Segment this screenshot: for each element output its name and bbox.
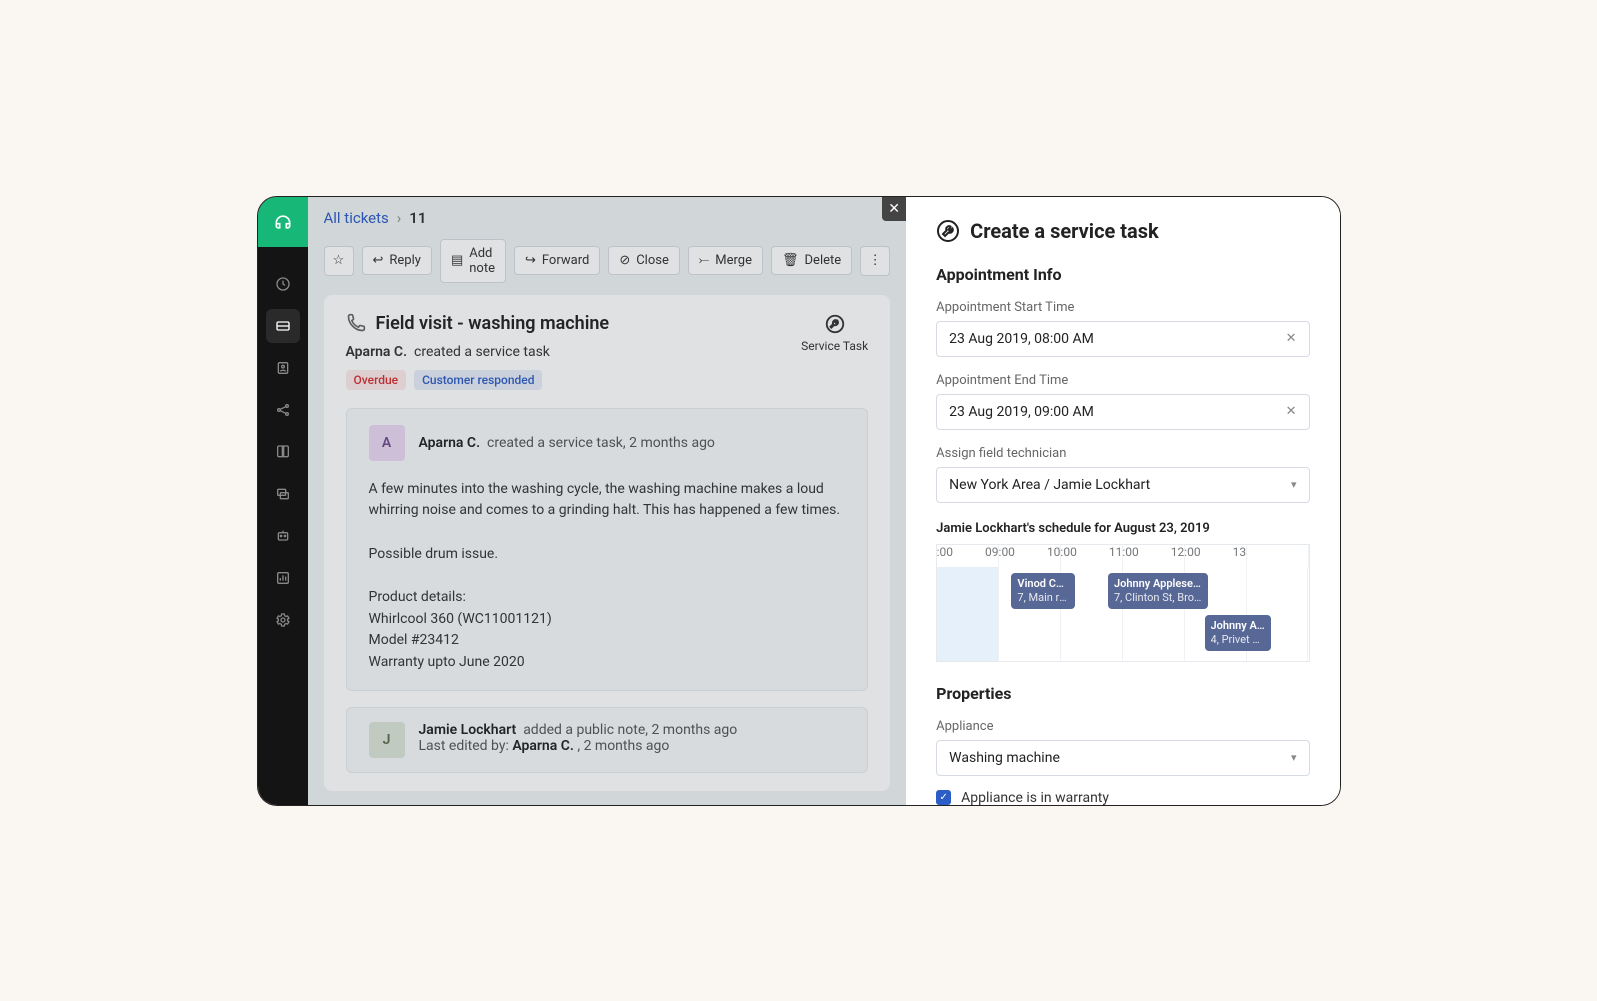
nav-forums[interactable] xyxy=(266,477,300,511)
app-logo[interactable] xyxy=(258,197,308,247)
label-technician: Assign field technician xyxy=(936,446,1309,461)
input-end-time[interactable]: 23 Aug 2019, 09:00 AM ✕ xyxy=(936,394,1309,430)
nav-social[interactable] xyxy=(266,393,300,427)
app-window: All tickets › 11 ☆ ↩Reply ▤Add note ↪For… xyxy=(257,196,1341,806)
checkbox-warranty[interactable]: ✓ xyxy=(936,790,951,805)
schedule-appointment[interactable]: Vinod Custo… 7, Main road… xyxy=(1011,573,1074,610)
sidebar-nav xyxy=(266,247,300,637)
create-service-task-panel: Create a service task Appointment Info A… xyxy=(906,197,1339,805)
section-properties: Properties xyxy=(936,684,1309,703)
main-area: All tickets › 11 ☆ ↩Reply ▤Add note ↪For… xyxy=(308,197,907,805)
label-start-time: Appointment Start Time xyxy=(936,300,1309,315)
nav-solutions[interactable] xyxy=(266,435,300,469)
nav-dashboard[interactable] xyxy=(266,267,300,301)
schedule-appointment[interactable]: Johnny Appl… 4, Privet Dri… xyxy=(1205,615,1272,652)
nav-reports[interactable] xyxy=(266,561,300,595)
chevron-down-icon: ▾ xyxy=(1291,478,1297,491)
clear-icon[interactable]: ✕ xyxy=(1286,404,1297,419)
section-appointment-info: Appointment Info xyxy=(936,265,1309,284)
input-start-time[interactable]: 23 Aug 2019, 08:00 AM ✕ xyxy=(936,321,1309,357)
schedule-timeline[interactable]: 08:00 09:00 10:00 11:00 12:00 13 Vinod C… xyxy=(936,544,1309,662)
clear-icon[interactable]: ✕ xyxy=(1286,331,1297,346)
label-warranty: Appliance is in warranty xyxy=(961,790,1109,805)
label-end-time: Appointment End Time xyxy=(936,373,1309,388)
sidebar xyxy=(258,197,308,805)
nav-bot[interactable] xyxy=(266,519,300,553)
nav-tickets[interactable] xyxy=(266,309,300,343)
select-technician[interactable]: New York Area / Jamie Lockhart ▾ xyxy=(936,467,1309,503)
modal-overlay: ✕ xyxy=(308,197,907,805)
nav-settings[interactable] xyxy=(266,603,300,637)
panel-title: Create a service task xyxy=(936,219,1309,243)
select-appliance[interactable]: Washing machine ▾ xyxy=(936,740,1309,776)
wrench-circle-icon xyxy=(936,219,960,243)
schedule-appointment[interactable]: Johnny Appleseed #41 7, Clinton St, Broo… xyxy=(1108,573,1208,610)
label-appliance: Appliance xyxy=(936,719,1309,734)
chevron-down-icon: ▾ xyxy=(1291,751,1297,764)
nav-contacts[interactable] xyxy=(266,351,300,385)
schedule-label: Jamie Lockhart's schedule for August 23,… xyxy=(936,521,1309,536)
close-panel-button[interactable]: ✕ xyxy=(882,197,906,221)
